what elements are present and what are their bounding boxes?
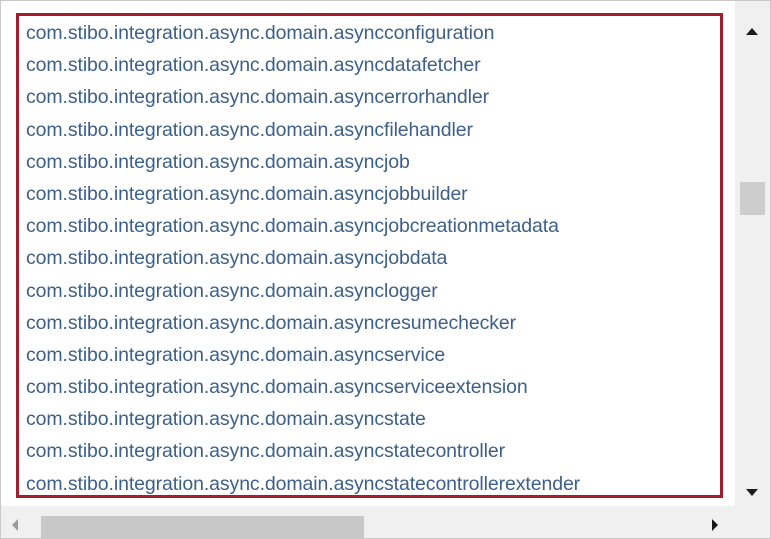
list-item[interactable]: com.stibo.integration.async.domain.async… — [26, 275, 580, 307]
scrollbar-corner — [735, 506, 770, 538]
arrow-up-icon[interactable] — [746, 28, 758, 35]
list-item[interactable]: com.stibo.integration.async.domain.async… — [26, 146, 580, 178]
list-item[interactable]: com.stibo.integration.async.domain.async… — [26, 339, 580, 371]
list-item[interactable]: com.stibo.integration.async.domain.async… — [26, 307, 580, 339]
vertical-scrollbar[interactable] — [735, 1, 770, 506]
package-list: com.stibo.integration.async.domain.async… — [26, 17, 580, 506]
package-listbox[interactable]: com.stibo.integration.async.domain.async… — [0, 0, 771, 539]
list-item[interactable]: com.stibo.integration.async.domain.async… — [26, 178, 580, 210]
list-item[interactable]: com.stibo.integration.async.domain.async… — [26, 468, 580, 500]
list-item[interactable]: com.stibo.integration.async.domain.async… — [26, 49, 580, 81]
list-item[interactable]: com.stibo.integration.async.domain.async… — [26, 81, 580, 113]
horizontal-scrollbar[interactable] — [1, 506, 735, 538]
list-item[interactable]: com.stibo.integration.async.domain.async… — [26, 210, 580, 242]
horizontal-scrollbar-thumb[interactable] — [41, 516, 364, 538]
list-item[interactable]: com.stibo.integration.async.domain.async… — [26, 371, 580, 403]
list-item[interactable]: com.stibo.integration.async.domain.async… — [26, 403, 580, 435]
list-viewport: com.stibo.integration.async.domain.async… — [1, 1, 734, 506]
list-item[interactable]: com.stibo.integration.async.domain.async… — [26, 435, 580, 467]
arrow-down-icon[interactable] — [746, 489, 758, 496]
list-item[interactable]: com.stibo.integration.async.domain.async… — [26, 242, 580, 274]
arrow-left-icon[interactable] — [12, 519, 18, 531]
list-item[interactable]: com.stibo.integration.async.domain.async… — [26, 114, 580, 146]
vertical-scrollbar-thumb[interactable] — [740, 182, 765, 215]
arrow-right-icon[interactable] — [712, 519, 718, 531]
list-item[interactable]: com.stibo.integration.async.domain.async… — [26, 17, 580, 49]
